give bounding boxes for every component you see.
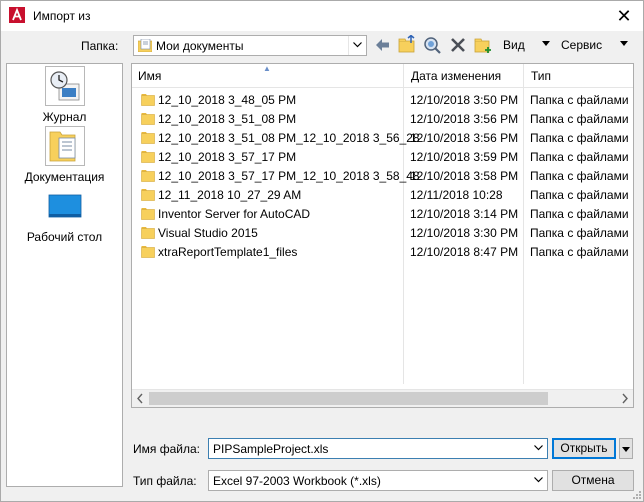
file-type: Папка с файлами bbox=[530, 226, 629, 240]
cancel-button[interactable]: Отмена bbox=[552, 470, 634, 491]
file-name: 12_11_2018 10_27_29 AM bbox=[158, 188, 302, 202]
column-date[interactable]: Дата изменения bbox=[405, 64, 525, 88]
chevron-down-icon[interactable] bbox=[348, 36, 366, 55]
list-item[interactable]: 12_10_2018 3_48_05 PM 12/10/2018 3:50 PM П… bbox=[132, 90, 633, 109]
folder-icon bbox=[141, 150, 155, 163]
file-name: 12_10_2018 3_48_05 PM bbox=[158, 93, 297, 107]
delete-icon[interactable] bbox=[448, 35, 468, 55]
documents-folder-icon bbox=[138, 39, 152, 52]
list-item[interactable]: 12_10_2018 3_51_08 PM_12_10_2018 3_56_28… bbox=[132, 128, 633, 147]
folder-icon bbox=[141, 207, 155, 220]
places-bar: Журнал Документация Рабочий стол bbox=[6, 63, 123, 487]
list-header: ▲ Имя Дата изменения Тип bbox=[132, 64, 633, 384]
file-date: 12/10/2018 3:59 PM bbox=[410, 150, 519, 164]
folder-icon bbox=[141, 226, 155, 239]
folder-dropdown[interactable]: Мои документы bbox=[133, 35, 367, 56]
list-item[interactable]: 12_10_2018 3_51_08 PM 12/10/2018 3:56 PM П… bbox=[132, 109, 633, 128]
file-name: xtraReportTemplate1_files bbox=[158, 245, 298, 259]
open-options-button[interactable] bbox=[619, 438, 633, 459]
column-type[interactable]: Тип bbox=[525, 64, 633, 88]
folder-icon bbox=[141, 169, 155, 182]
file-type: Папка с файлами bbox=[530, 131, 629, 145]
file-type: Папка с файлами bbox=[530, 188, 629, 202]
folder-icon bbox=[141, 188, 155, 201]
up-folder-icon[interactable] bbox=[397, 35, 417, 55]
folder-icon bbox=[141, 131, 155, 144]
folder-icon bbox=[141, 112, 155, 125]
close-icon[interactable]: ✕ bbox=[613, 5, 635, 27]
tools-menu[interactable]: Сервис bbox=[561, 38, 602, 52]
view-menu[interactable]: Вид bbox=[503, 38, 525, 52]
file-type: Папка с файлами bbox=[530, 93, 629, 107]
scroll-left-icon[interactable] bbox=[132, 390, 149, 407]
folder-icon bbox=[141, 245, 155, 258]
file-type: Папка с файлами bbox=[530, 169, 629, 183]
filetype-select[interactable]: Excel 97-2003 Workbook (*.xls) bbox=[208, 470, 548, 491]
horizontal-scrollbar[interactable] bbox=[132, 389, 633, 407]
tools-dropdown-icon[interactable] bbox=[620, 41, 628, 46]
resize-grip-icon[interactable] bbox=[631, 489, 641, 499]
file-name: 12_10_2018 3_51_08 PM_12_10_2018 3_56_28 bbox=[158, 131, 420, 145]
window-title: Импорт из bbox=[33, 9, 91, 23]
back-arrow-icon[interactable] bbox=[373, 35, 393, 55]
folder-label: Папка: bbox=[81, 39, 119, 53]
scrollbar-thumb[interactable] bbox=[149, 392, 548, 405]
column-name[interactable]: Имя bbox=[132, 64, 404, 88]
list-item[interactable]: Inventor Server for AutoCAD 12/10/2018 3:… bbox=[132, 204, 633, 223]
file-type: Папка с файлами bbox=[530, 150, 629, 164]
list-item[interactable]: 12_10_2018 3_57_17 PM_12_10_2018 3_58_48… bbox=[132, 166, 633, 185]
list-item[interactable]: Visual Studio 2015 12/10/2018 3:30 PM Папк… bbox=[132, 223, 633, 242]
filetype-value: Excel 97-2003 Workbook (*.xls) bbox=[213, 474, 381, 488]
file-date: 12/10/2018 8:47 PM bbox=[410, 245, 519, 259]
filetype-label: Тип файла: bbox=[133, 474, 197, 488]
scroll-right-icon[interactable] bbox=[616, 390, 633, 407]
folder-value: Мои документы bbox=[156, 39, 244, 53]
file-type: Папка с файлами bbox=[530, 245, 629, 259]
folder-icon bbox=[141, 93, 155, 106]
new-folder-icon[interactable] bbox=[473, 35, 493, 55]
file-date: 12/10/2018 3:14 PM bbox=[410, 207, 519, 221]
file-name: 12_10_2018 3_57_17 PM_12_10_2018 3_58_48 bbox=[158, 169, 420, 183]
list-item[interactable]: 12_11_2018 10_27_29 AM 12/11/2018 10:28 Па… bbox=[132, 185, 633, 204]
import-dialog: Импорт из ✕ Папка: Мои документы Вид Сер… bbox=[0, 0, 644, 502]
filename-value: PIPSampleProject.xls bbox=[213, 442, 329, 456]
file-name: Visual Studio 2015 bbox=[158, 226, 258, 240]
open-button[interactable]: Открыть bbox=[552, 438, 616, 459]
chevron-down-icon bbox=[622, 447, 630, 452]
view-dropdown-icon[interactable] bbox=[542, 41, 550, 46]
file-date: 12/10/2018 3:50 PM bbox=[410, 93, 519, 107]
chevron-down-icon[interactable] bbox=[530, 471, 547, 490]
place-label: Рабочий стол bbox=[26, 230, 103, 244]
place-label: Журнал bbox=[42, 110, 87, 124]
place-label: Документация bbox=[24, 170, 105, 184]
file-name: 12_10_2018 3_51_08 PM bbox=[158, 112, 297, 126]
search-web-icon[interactable] bbox=[422, 35, 442, 55]
title-bar: Импорт из ✕ bbox=[1, 1, 643, 31]
file-name: 12_10_2018 3_57_17 PM bbox=[158, 150, 297, 164]
file-type: Папка с файлами bbox=[530, 207, 629, 221]
file-date: 12/10/2018 3:58 PM bbox=[410, 169, 519, 183]
file-type: Папка с файлами bbox=[530, 112, 629, 126]
list-item[interactable]: xtraReportTemplate1_files 12/10/2018 8:47… bbox=[132, 242, 633, 261]
file-date: 12/10/2018 3:56 PM bbox=[410, 131, 519, 145]
list-item[interactable]: 12_10_2018 3_57_17 PM 12/10/2018 3:59 PM П… bbox=[132, 147, 633, 166]
filename-input[interactable]: PIPSampleProject.xls bbox=[208, 438, 548, 459]
file-date: 12/11/2018 10:28 bbox=[410, 188, 503, 202]
file-list: ▲ Имя Дата изменения Тип 12_10_2018 3_48… bbox=[131, 63, 634, 408]
history-icon bbox=[45, 66, 85, 106]
chevron-down-icon[interactable] bbox=[530, 439, 547, 458]
documents-icon bbox=[45, 126, 85, 166]
file-date: 12/10/2018 3:56 PM bbox=[410, 112, 519, 126]
autocad-app-icon bbox=[9, 7, 25, 23]
file-name: Inventor Server for AutoCAD bbox=[158, 207, 311, 221]
filename-label: Имя файла: bbox=[133, 442, 200, 456]
desktop-icon bbox=[45, 192, 85, 222]
file-date: 12/10/2018 3:30 PM bbox=[410, 226, 519, 240]
